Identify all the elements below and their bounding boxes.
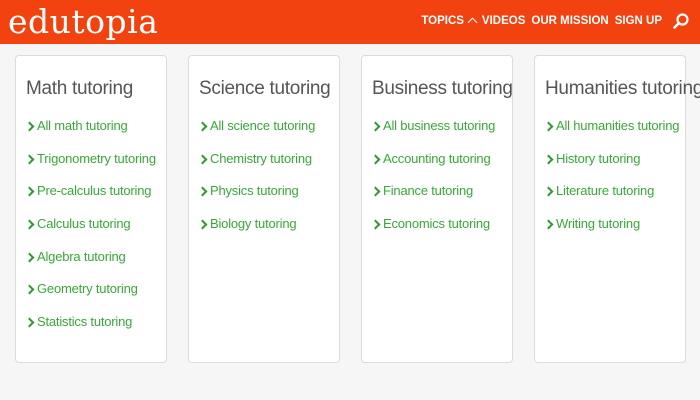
link-text: Pre-calculus tutoring: [37, 183, 152, 199]
link-item[interactable]: Finance tutoring: [370, 183, 512, 216]
link-text: All humanities tutoring: [556, 118, 680, 133]
card-title: Business tutoring: [372, 78, 513, 99]
card-title: Math tutoring: [26, 78, 133, 99]
link-text: Chemistry tutoring: [210, 150, 312, 166]
link-item[interactable]: Pre-calculus tutoring: [24, 183, 166, 216]
chevron-right-icon: [24, 186, 35, 197]
card-title: Science tutoring: [199, 78, 331, 99]
link-text: Economics tutoring: [383, 216, 490, 232]
chevron-right-icon: [24, 284, 35, 295]
link-text: Trigonometry tutoring: [37, 150, 156, 166]
link-text: Writing tutoring: [556, 216, 640, 232]
chevron-right-icon: [543, 121, 554, 132]
nav-sign-up[interactable]: SIGN UP: [615, 15, 662, 27]
chevron-right-icon: [543, 219, 554, 230]
link-text: Accounting tutoring: [383, 150, 491, 166]
chevron-right-icon: [370, 186, 381, 197]
link-item[interactable]: Economics tutoring: [370, 216, 512, 249]
main-nav: TOPICS VIDEOS OUR MISSION SIGN UP: [421, 15, 662, 28]
link-item[interactable]: Chemistry tutoring: [197, 150, 339, 184]
chevron-right-icon: [543, 186, 554, 197]
link-item[interactable]: Statistics tutoring: [24, 314, 166, 347]
link-text: Calculus tutoring: [37, 216, 131, 232]
link-text: Statistics tutoring: [37, 314, 133, 330]
nav-topics-label: TOPICS: [421, 15, 464, 27]
link-item[interactable]: History tutoring: [543, 150, 685, 184]
link-list: All humanities tutoring History tutoring…: [543, 118, 685, 249]
link-item[interactable]: Literature tutoring: [543, 183, 685, 216]
nav-videos-label: VIDEOS: [481, 15, 526, 27]
link-item[interactable]: All science tutoring: [197, 118, 339, 151]
nav-videos[interactable]: VIDEOS: [482, 15, 525, 27]
link-item[interactable]: Writing tutoring: [543, 216, 685, 249]
link-list: All math tutoring Trigonometry tutoring …: [24, 118, 166, 347]
link-list: All business tutoring Accounting tutorin…: [370, 118, 512, 249]
link-text: Finance tutoring: [383, 183, 474, 199]
chevron-right-icon: [197, 219, 208, 230]
card-science-tutoring: Science tutoring All science tutoring Ch…: [188, 55, 340, 363]
link-item[interactable]: Biology tutoring: [197, 216, 339, 249]
nav-sign-up-label: SIGN UP: [614, 15, 662, 27]
chevron-right-icon: [197, 186, 208, 197]
chevron-right-icon: [370, 154, 381, 165]
chevron-right-icon: [370, 219, 381, 230]
link-list: All science tutoring Chemistry tutoring …: [197, 118, 339, 249]
link-text: Biology tutoring: [210, 216, 297, 232]
card-business-tutoring: Business tutoring All business tutoring …: [361, 55, 513, 363]
nav-our-mission-label: OUR MISSION: [531, 15, 609, 27]
chevron-right-icon: [197, 121, 208, 132]
chevron-right-icon: [24, 154, 35, 165]
link-item[interactable]: Trigonometry tutoring: [24, 150, 166, 184]
card-title: Humanities tutoring: [545, 78, 700, 99]
link-text: All business tutoring: [383, 118, 496, 133]
link-item[interactable]: Accounting tutoring: [370, 150, 512, 184]
link-item[interactable]: All business tutoring: [370, 118, 512, 151]
link-item[interactable]: Calculus tutoring: [24, 216, 166, 249]
link-text: History tutoring: [556, 150, 641, 166]
link-text: Literature tutoring: [556, 183, 655, 199]
chevron-right-icon: [370, 121, 381, 132]
edutopia-logo[interactable]: edutopia: [8, 3, 158, 41]
link-text: Geometry tutoring: [37, 281, 138, 297]
link-item[interactable]: All humanities tutoring: [543, 118, 685, 151]
chevron-right-icon: [197, 154, 208, 165]
nav-our-mission[interactable]: OUR MISSION: [531, 15, 608, 27]
tutoring-cards: Math tutoring All math tutoring Trigonom…: [15, 55, 700, 365]
link-item[interactable]: Physics tutoring: [197, 183, 339, 216]
link-text: Algebra tutoring: [37, 248, 126, 264]
nav-topics[interactable]: TOPICS: [421, 15, 478, 28]
card-math-tutoring: Math tutoring All math tutoring Trigonom…: [15, 55, 167, 363]
card-humanities-tutoring: Humanities tutoring All humanities tutor…: [534, 55, 700, 363]
link-text: Physics tutoring: [210, 183, 299, 199]
link-text: All science tutoring: [210, 118, 316, 133]
link-item[interactable]: All math tutoring: [24, 118, 166, 151]
chevron-right-icon: [24, 219, 35, 230]
chevron-right-icon: [24, 317, 35, 328]
link-item[interactable]: Algebra tutoring: [24, 248, 166, 282]
link-item[interactable]: Geometry tutoring: [24, 281, 166, 314]
chevron-right-icon: [543, 154, 554, 165]
chevron-right-icon: [24, 121, 35, 132]
chevron-up-icon: [467, 17, 478, 28]
link-text: All math tutoring: [37, 118, 128, 133]
chevron-right-icon: [24, 252, 35, 263]
site-header: edutopia TOPICS VIDEOS OUR MISSION SIGN …: [0, 0, 700, 44]
search-icon[interactable]: [673, 13, 689, 29]
